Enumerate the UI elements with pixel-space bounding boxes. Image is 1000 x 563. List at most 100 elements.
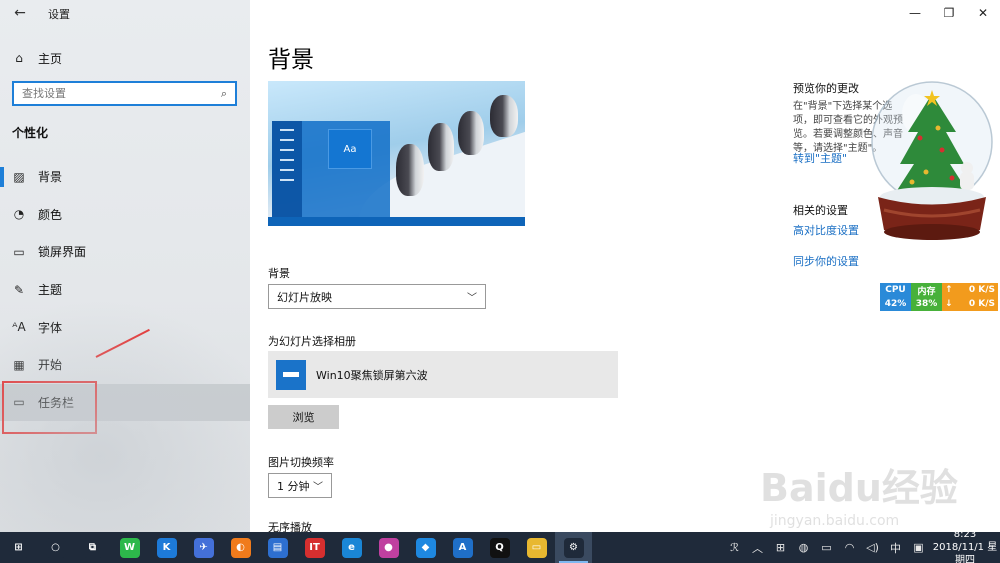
search-button[interactable]: ○ bbox=[37, 532, 74, 563]
sync-settings-link[interactable]: 同步你的设置 bbox=[793, 253, 859, 269]
sidebar-item-taskbar[interactable]: ▭ 任务栏 bbox=[0, 383, 250, 422]
firefox-app[interactable]: ◐ bbox=[222, 532, 259, 563]
apps-store-app[interactable]: A bbox=[444, 532, 481, 563]
feishu-app[interactable]: ✈ bbox=[185, 532, 222, 563]
k-app-icon: K bbox=[156, 537, 177, 558]
battery-icon[interactable]: ▭ bbox=[815, 532, 838, 563]
blue-bird-app-icon: ◆ bbox=[415, 537, 436, 558]
sidebar-item-colors[interactable]: ◔ 颜色 bbox=[0, 196, 250, 234]
sidebar-item-label: 锁屏界面 bbox=[38, 245, 87, 260]
section-heading: 个性化 bbox=[12, 126, 49, 140]
settings-sidebar: ← 设置 ⌂ 主页 ⌕ 个性化 ▨ 背景 ◔ 颜色 ▭ 锁屏界面 ✎ 主题 ᴬA… bbox=[0, 0, 250, 532]
qq-app[interactable]: Q bbox=[481, 532, 518, 563]
start-grid-icon: ▦ bbox=[13, 357, 25, 372]
office-app[interactable]: ▤ bbox=[259, 532, 296, 563]
album-folder-icon bbox=[276, 359, 306, 390]
task-view-button-icon: ⧉ bbox=[82, 537, 103, 558]
firefox-app-icon: ◐ bbox=[230, 537, 251, 558]
windows-taskbar: ⊞ ○ ⧉ W K ✈ ◐ ▤ IT e ● ◆ A Q ▭ ⚙ ℛ ︿ ⊞ ◍ ▭ ◠ ◁) 中 ▣ 8:23 2018/1… bbox=[0, 529, 1000, 563]
background-type-dropdown[interactable]: 幻灯片放映 ﹀ bbox=[268, 284, 486, 309]
sidebar-item-themes[interactable]: ✎ 主题 bbox=[0, 271, 250, 309]
volume-icon[interactable]: ◁) bbox=[861, 532, 884, 563]
task-view-button[interactable]: ⧉ bbox=[74, 532, 111, 563]
back-arrow-icon[interactable]: ← bbox=[10, 4, 30, 22]
apps-store-app-icon: A bbox=[452, 537, 473, 558]
main-panel: — ❐ ✕ 背景 Aa 背景 幻灯片放映 ﹀ 为幻灯片选择相册 Win10聚焦锁… bbox=[250, 0, 1000, 534]
album-card[interactable]: Win10聚焦锁屏第六波 bbox=[268, 351, 618, 398]
page-title: 背景 bbox=[268, 47, 314, 73]
sidebar-item-label: 背景 bbox=[38, 170, 63, 185]
sidebar-item-fonts[interactable]: ᴬA 字体 bbox=[0, 308, 250, 346]
file-explorer-app-icon: ▭ bbox=[526, 537, 547, 558]
feishu-app-icon: ✈ bbox=[193, 537, 214, 558]
penguin-image bbox=[490, 95, 518, 137]
person-icon[interactable]: ℛ bbox=[723, 532, 746, 563]
grid-icon[interactable]: ⊞ bbox=[769, 532, 792, 563]
red-app-icon: IT bbox=[304, 537, 325, 558]
minimize-icon[interactable]: — bbox=[898, 0, 932, 26]
preview-tile: Aa bbox=[328, 129, 372, 169]
memory-label: 内存 bbox=[911, 283, 942, 297]
chevron-up-icon[interactable]: ︿ bbox=[746, 532, 769, 563]
cpu-value: 42% bbox=[880, 297, 911, 311]
monitor-lock-icon: ▭ bbox=[13, 244, 25, 259]
restore-icon[interactable]: ❐ bbox=[932, 0, 966, 26]
close-icon[interactable]: ✕ bbox=[966, 0, 1000, 26]
sidebar-item-label: 开始 bbox=[38, 358, 63, 373]
sidebar-item-start[interactable]: ▦ 开始 bbox=[0, 346, 250, 384]
theme-brush-icon: ✎ bbox=[13, 282, 25, 297]
sidebar-item-label: 字体 bbox=[38, 320, 63, 335]
penguin-image bbox=[396, 144, 424, 196]
tray-icons: ℛ ︿ ⊞ ◍ ▭ ◠ ◁) 中 ▣ bbox=[723, 532, 930, 563]
nav-home-label: 主页 bbox=[38, 51, 63, 66]
browse-button[interactable]: 浏览 bbox=[268, 405, 339, 429]
go-to-themes-link[interactable]: 转到"主题" bbox=[793, 150, 847, 166]
file-explorer-app[interactable]: ▭ bbox=[518, 532, 555, 563]
blue-bird-app[interactable]: ◆ bbox=[407, 532, 444, 563]
wifi-icon[interactable]: ◠ bbox=[838, 532, 861, 563]
ime-icon[interactable]: 中 bbox=[884, 532, 907, 563]
background-preview: Aa bbox=[268, 81, 525, 226]
taskbar-apps: ⊞ ○ ⧉ W K ✈ ◐ ▤ IT e ● ◆ A Q ▭ ⚙ bbox=[0, 532, 592, 563]
tray-app-icon[interactable]: ◍ bbox=[792, 532, 815, 563]
cpu-label: CPU bbox=[880, 283, 911, 297]
album-label: 为幻灯片选择相册 bbox=[268, 335, 356, 348]
ime-mode-icon[interactable]: ▣ bbox=[907, 532, 930, 563]
taskbar-clock[interactable]: 8:23 2018/11/1 星期四 bbox=[930, 528, 1000, 563]
start-button[interactable]: ⊞ bbox=[0, 532, 37, 563]
memory-value: 38% bbox=[911, 297, 942, 311]
taskbar-icon: ▭ bbox=[13, 395, 25, 410]
related-settings-heading: 相关的设置 bbox=[793, 204, 848, 217]
nav-home[interactable]: ⌂ 主页 bbox=[0, 44, 250, 72]
sidebar-item-background[interactable]: ▨ 背景 bbox=[0, 158, 250, 196]
picture-icon: ▨ bbox=[13, 169, 25, 184]
wechat-app[interactable]: W bbox=[111, 532, 148, 563]
home-icon: ⌂ bbox=[15, 51, 23, 65]
preview-window-sidebar bbox=[272, 121, 302, 217]
penguin-image bbox=[428, 123, 454, 171]
search-button-icon: ○ bbox=[45, 537, 66, 558]
search-input[interactable] bbox=[14, 83, 213, 104]
arrow-up-icon: ↑ bbox=[945, 285, 953, 295]
red-app[interactable]: IT bbox=[296, 532, 333, 563]
preview-changes-desc: 在"背景"下选择某个选项，即可查看它的外观预览。若要调整颜色、声音等，请选择"主… bbox=[793, 101, 903, 154]
sidebar-item-lock-screen[interactable]: ▭ 锁屏界面 bbox=[0, 233, 250, 271]
system-monitor-widget[interactable]: CPU 内存 ↑ 0 K/S 42% 38% ↓ 0 K/S bbox=[880, 283, 998, 311]
app-title: 设置 bbox=[48, 8, 70, 21]
high-contrast-link[interactable]: 高对比度设置 bbox=[793, 222, 859, 238]
palette-icon: ◔ bbox=[13, 207, 25, 222]
color-wheel-app[interactable]: ● bbox=[370, 532, 407, 563]
k-app[interactable]: K bbox=[148, 532, 185, 563]
search-icon[interactable]: ⌕ bbox=[213, 87, 235, 101]
settings-app[interactable]: ⚙ bbox=[555, 532, 592, 563]
office-app-icon: ▤ bbox=[267, 537, 288, 558]
nav-list: ▨ 背景 ◔ 颜色 ▭ 锁屏界面 ✎ 主题 ᴬA 字体 ▦ 开始 ▭ 任务栏 bbox=[0, 158, 250, 422]
dropdown-value: 1 分钟 bbox=[277, 479, 310, 493]
ie-browser-app[interactable]: e bbox=[333, 532, 370, 563]
download-speed: ↓ 0 K/S bbox=[942, 297, 998, 311]
font-icon: ᴬA bbox=[12, 320, 26, 335]
interval-dropdown[interactable]: 1 分钟 ﹀ bbox=[268, 473, 332, 498]
background-type-label: 背景 bbox=[268, 267, 290, 280]
chevron-down-icon: ﹀ bbox=[467, 293, 477, 304]
arrow-down-icon: ↓ bbox=[945, 299, 953, 309]
